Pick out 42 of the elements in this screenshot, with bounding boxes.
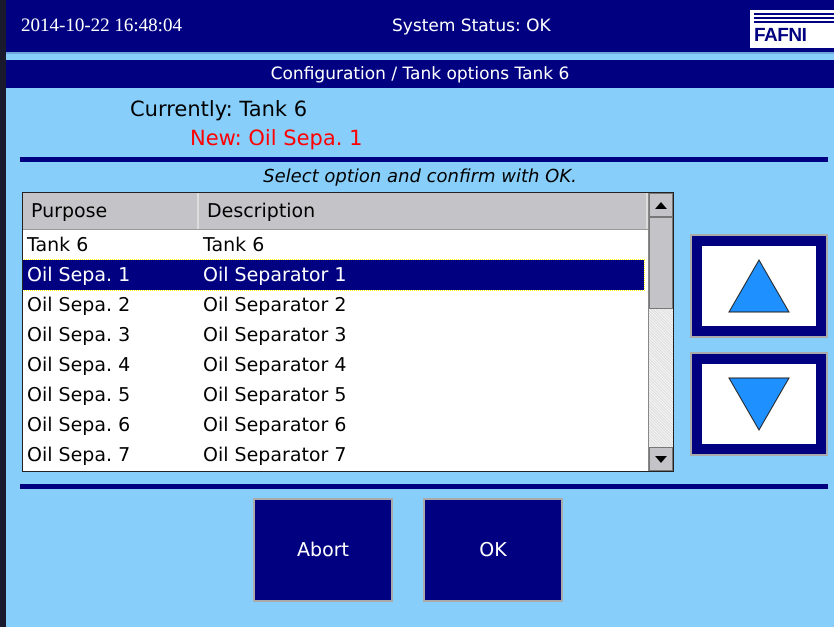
- purpose-cell-text: Oil Sepa. 4: [26, 354, 132, 376]
- scroll-up-button[interactable]: [690, 234, 828, 338]
- description-cell: Oil Separator 7: [203, 444, 346, 466]
- scroll-down-button[interactable]: [690, 352, 828, 456]
- page-title: Configuration / Tank options Tank 6: [6, 60, 834, 88]
- list-row[interactable]: Oil Sepa. 7 Oil Separator 7: [23, 440, 644, 470]
- purpose-cell-text: Oil Sepa. 3: [26, 324, 132, 346]
- purpose-cell-text: Oil Sepa. 6: [26, 414, 132, 436]
- abort-button[interactable]: Abort: [253, 498, 393, 602]
- date-time: 2014-10-22 16:48:04: [21, 15, 182, 37]
- purpose-cell-text: Oil Sepa. 5: [26, 384, 132, 406]
- description-cell: Tank 6: [203, 234, 264, 256]
- description-cell: Oil Separator 2: [203, 294, 346, 316]
- list-row[interactable]: Oil Sepa. 5 Oil Separator 5: [23, 380, 644, 410]
- ok-button[interactable]: OK: [423, 498, 563, 602]
- list-row[interactable]: Tank 6 Tank 6: [23, 230, 644, 260]
- description-cell: Oil Separator 5: [203, 384, 346, 406]
- down-triangle-icon: [728, 377, 790, 431]
- instruction-text: Select option and confirm with OK.: [262, 166, 578, 189]
- purpose-cell-text: Oil Sepa. 1: [26, 264, 132, 286]
- list-row[interactable]: Oil Sepa. 2 Oil Separator 2: [23, 290, 644, 320]
- description-cell: Oil Separator 6: [203, 414, 346, 436]
- up-triangle-icon: [728, 259, 790, 313]
- scrollbar[interactable]: [648, 193, 673, 471]
- new-value: New: Oil Sepa. 1: [189, 125, 364, 152]
- description-cell: Oil Separator 3: [203, 324, 346, 346]
- description-cell: Oil Separator 4: [203, 354, 346, 376]
- scroll-thumb[interactable]: [649, 217, 673, 309]
- description-cell: Oil Separator 1: [203, 264, 346, 286]
- purpose-cell-text: Oil Sepa. 7: [26, 444, 132, 466]
- logo: FAFNI: [750, 10, 834, 48]
- current-value: Currently: Tank 6: [130, 96, 308, 123]
- list-row[interactable]: Oil Sepa. 3 Oil Separator 3: [23, 320, 644, 350]
- purpose-cell-text: Oil Sepa. 2: [26, 294, 132, 316]
- list-row[interactable]: Oil Sepa. 1 Oil Separator 1: [23, 260, 644, 290]
- purpose-cell-text: Tank 6: [26, 234, 90, 256]
- list-row[interactable]: Oil Sepa. 4 Oil Separator 4: [23, 350, 644, 380]
- scroll-down-icon[interactable]: [655, 456, 667, 462]
- system-status: System Status: OK: [392, 16, 551, 36]
- scroll-up-icon[interactable]: [655, 202, 667, 208]
- column-header[interactable]: Purpose: [23, 193, 199, 229]
- list-row[interactable]: Oil Sepa. 6 Oil Separator 6: [23, 410, 644, 440]
